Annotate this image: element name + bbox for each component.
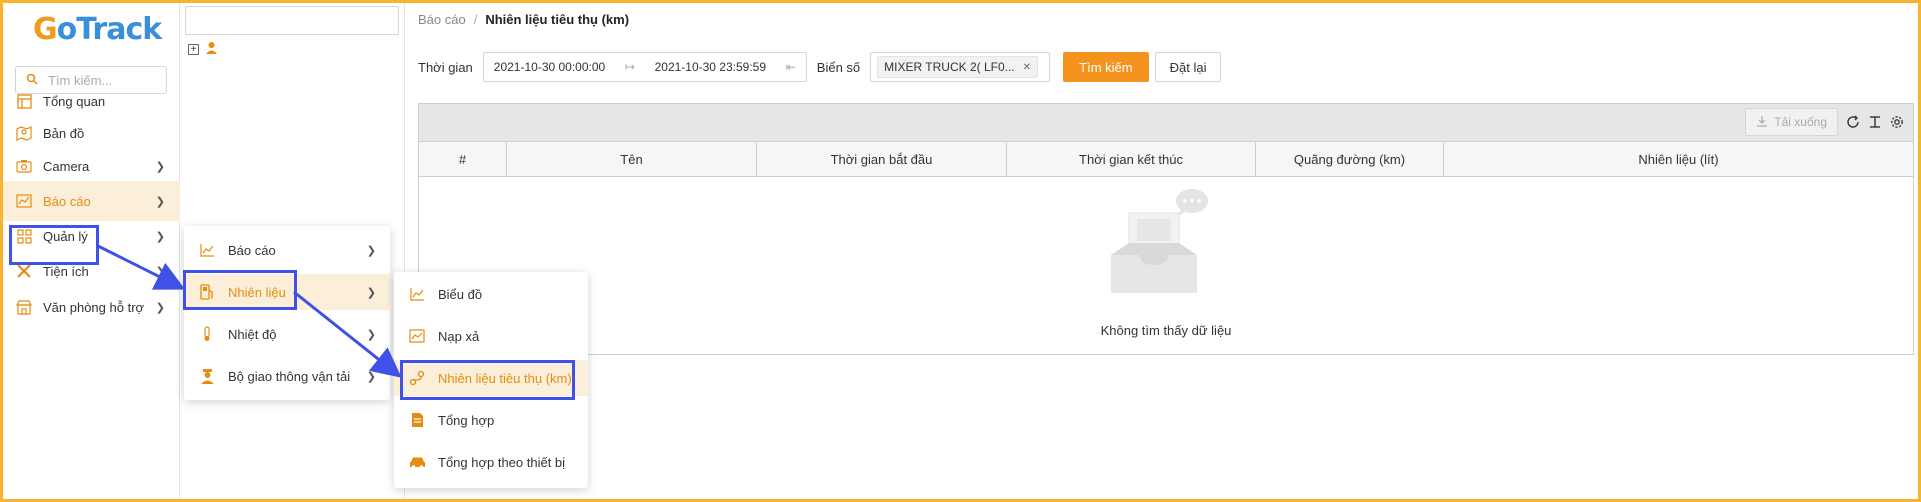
arrow-1 [97, 244, 186, 290]
annotation-arrows [97, 244, 402, 378]
arrow-2 [293, 290, 402, 378]
